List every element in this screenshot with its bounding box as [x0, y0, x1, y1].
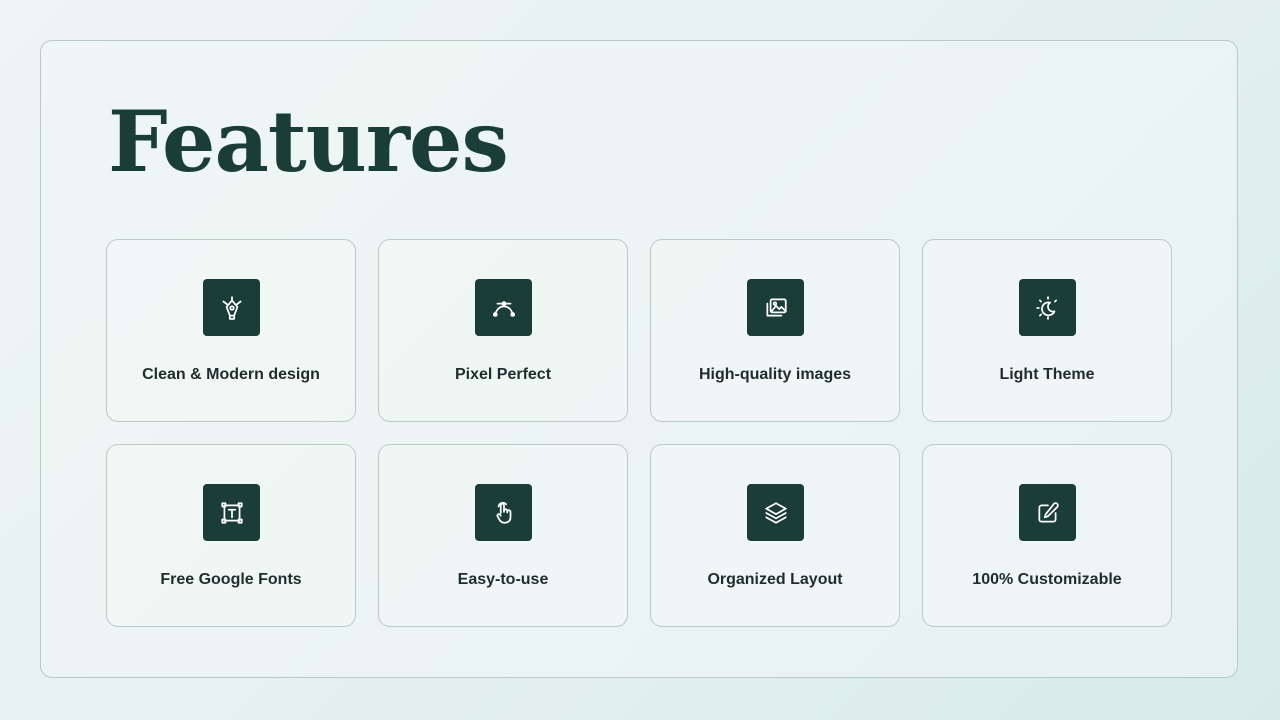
feature-card-free-google-fonts: Free Google Fonts	[106, 444, 356, 627]
feature-card-high-quality-images: High-quality images	[650, 239, 900, 422]
feature-card-pixel-perfect: Pixel Perfect	[378, 239, 628, 422]
images-icon	[747, 279, 804, 336]
bezier-curve-icon	[475, 279, 532, 336]
page-title: Features	[108, 92, 509, 191]
feature-card-easy-to-use: Easy-to-use	[378, 444, 628, 627]
feature-label: Pixel Perfect	[454, 366, 552, 383]
feature-card-light-theme: Light Theme	[922, 239, 1172, 422]
feature-label: High-quality images	[698, 366, 852, 383]
feature-label: 100% Customizable	[972, 571, 1122, 588]
feature-card-organized-layout: Organized Layout	[650, 444, 900, 627]
feature-label: Light Theme	[999, 366, 1095, 383]
pen-tool-icon	[203, 279, 260, 336]
feature-label: Free Google Fonts	[160, 571, 302, 588]
sun-moon-icon	[1019, 279, 1076, 336]
text-box-icon	[203, 484, 260, 541]
layers-icon	[747, 484, 804, 541]
edit-icon	[1019, 484, 1076, 541]
feature-label: Clean & Modern design	[142, 366, 320, 383]
feature-card-clean-modern-design: Clean & Modern design	[106, 239, 356, 422]
feature-card-100-customizable: 100% Customizable	[922, 444, 1172, 627]
feature-label: Organized Layout	[707, 571, 843, 588]
feature-label: Easy-to-use	[457, 571, 549, 588]
tap-hand-icon	[475, 484, 532, 541]
features-grid: Clean & Modern design Pixel Perfect High…	[106, 239, 1174, 627]
